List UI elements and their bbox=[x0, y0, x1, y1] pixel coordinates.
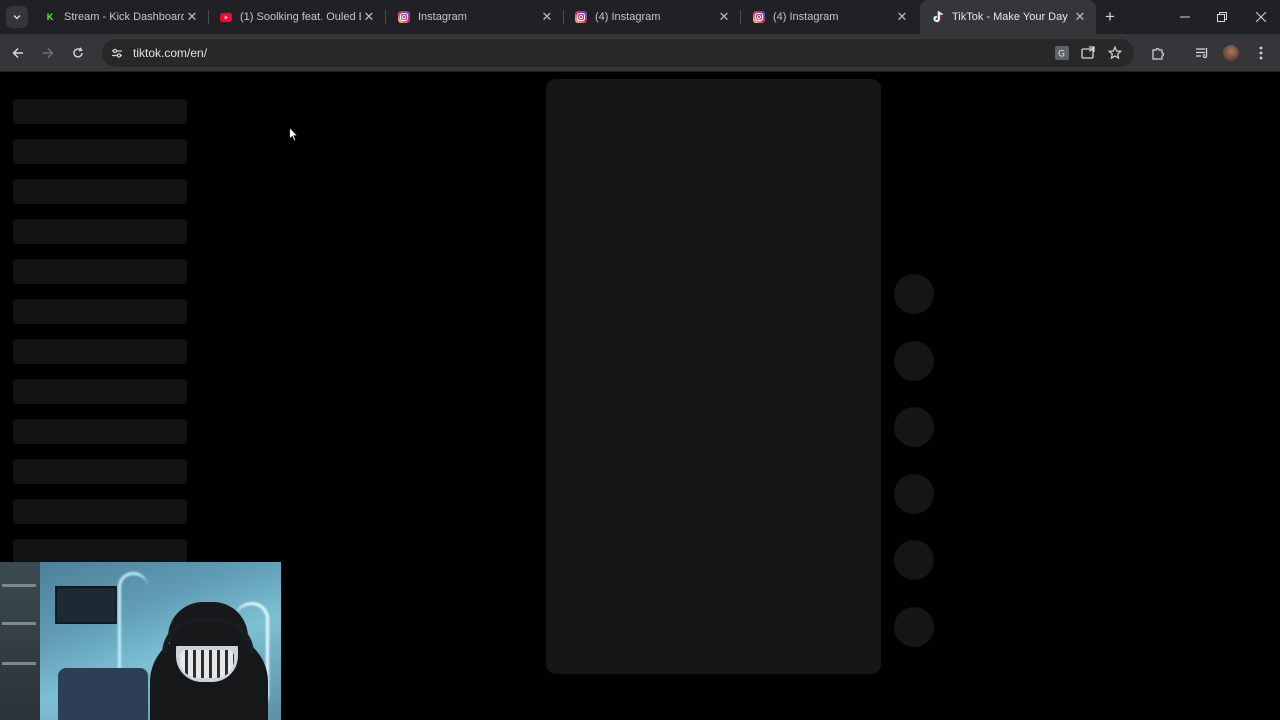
close-icon[interactable]: ✕ bbox=[1072, 9, 1088, 25]
menu-button[interactable] bbox=[1250, 42, 1272, 64]
youtube-icon bbox=[220, 11, 232, 23]
profile-button[interactable] bbox=[1220, 42, 1242, 64]
kick-icon: K bbox=[46, 12, 54, 22]
sidebar-item-placeholder bbox=[13, 539, 187, 564]
new-tab-button[interactable]: + bbox=[1100, 7, 1120, 27]
translate-icon: G bbox=[1055, 46, 1069, 60]
puzzle-icon bbox=[1152, 47, 1165, 60]
action-button-placeholder bbox=[894, 407, 934, 448]
sidebar-item-placeholder bbox=[13, 99, 187, 124]
instagram-icon bbox=[398, 11, 410, 23]
tab-youtube[interactable]: (1) Soolking feat. Ouled El ✕ bbox=[208, 0, 385, 34]
sidebar-item-placeholder bbox=[13, 299, 187, 324]
webcam-background bbox=[2, 584, 36, 587]
sidebar-item-placeholder bbox=[13, 499, 187, 524]
tab-instagram-3[interactable]: (4) Instagram ✕ bbox=[741, 0, 918, 34]
sidebar-item-placeholder bbox=[13, 219, 187, 244]
install-app-button[interactable] bbox=[1077, 42, 1099, 64]
tab-kick-dashboard[interactable]: K Stream - Kick Dashboard ✕ bbox=[32, 0, 208, 34]
translate-button[interactable]: G bbox=[1051, 42, 1073, 64]
video-skeleton bbox=[546, 79, 881, 674]
sidebar-item-placeholder bbox=[13, 179, 187, 204]
tab-title: Instagram bbox=[418, 11, 467, 23]
back-button[interactable] bbox=[7, 42, 29, 64]
forward-button[interactable] bbox=[37, 42, 59, 64]
tab-title: (4) Instagram bbox=[595, 11, 661, 23]
close-icon bbox=[1256, 12, 1266, 22]
bookmark-button[interactable] bbox=[1104, 42, 1126, 64]
action-button-placeholder bbox=[894, 274, 934, 314]
minimize-icon bbox=[1180, 16, 1190, 18]
avatar bbox=[1223, 45, 1239, 61]
sidebar-item-placeholder bbox=[13, 379, 187, 404]
tab-instagram-2[interactable]: (4) Instagram ✕ bbox=[563, 0, 740, 34]
tiktok-icon bbox=[932, 11, 944, 23]
tab-title: TikTok - Make Your Day bbox=[952, 11, 1068, 23]
install-app-icon bbox=[1081, 46, 1095, 59]
site-info-icon[interactable] bbox=[106, 42, 128, 64]
action-button-placeholder bbox=[894, 540, 934, 581]
arrow-right-icon bbox=[43, 47, 54, 59]
restore-icon bbox=[1217, 12, 1227, 22]
action-button-placeholder bbox=[894, 607, 934, 647]
sidebar-skeleton bbox=[13, 99, 187, 579]
webcam-background bbox=[2, 622, 36, 625]
tab-title: (4) Instagram bbox=[773, 11, 839, 23]
tab-tiktok[interactable]: TikTok - Make Your Day ✕ bbox=[920, 0, 1096, 34]
reload-icon bbox=[73, 47, 83, 58]
arrow-left-icon bbox=[12, 47, 23, 59]
star-icon bbox=[1108, 46, 1122, 60]
close-icon[interactable]: ✕ bbox=[716, 9, 732, 25]
streamer bbox=[150, 602, 268, 720]
instagram-icon bbox=[753, 11, 765, 23]
close-icon[interactable]: ✕ bbox=[361, 9, 377, 25]
instagram-icon bbox=[575, 11, 587, 23]
sidebar-item-placeholder bbox=[13, 259, 187, 284]
close-icon[interactable]: ✕ bbox=[894, 9, 910, 25]
reload-button[interactable] bbox=[67, 42, 89, 64]
tab-instagram-1[interactable]: Instagram ✕ bbox=[386, 0, 563, 34]
address-bar[interactable]: tiktok.com/en/ bbox=[102, 39, 1134, 67]
webcam-background bbox=[2, 662, 36, 665]
minimize-button[interactable] bbox=[1173, 6, 1197, 28]
close-window-button[interactable] bbox=[1249, 6, 1273, 28]
tab-title: (1) Soolking feat. Ouled El bbox=[240, 11, 361, 23]
mouse-cursor-icon bbox=[289, 127, 299, 142]
action-button-placeholder bbox=[894, 340, 934, 381]
sidebar-item-placeholder bbox=[13, 339, 187, 364]
tab-strip: K Stream - Kick Dashboard ✕ (1) Soolking… bbox=[0, 0, 1280, 34]
action-button-placeholder bbox=[894, 473, 934, 514]
sidebar-item-placeholder bbox=[13, 459, 187, 484]
sidebar-item-placeholder bbox=[13, 419, 187, 444]
sidebar-item-placeholder bbox=[13, 139, 187, 164]
tab-search-button[interactable] bbox=[6, 6, 28, 28]
url-text: tiktok.com/en/ bbox=[133, 46, 208, 60]
webcam-overlay bbox=[0, 562, 281, 720]
kebab-menu-icon bbox=[1259, 46, 1263, 60]
browser-toolbar: tiktok.com/en/ G bbox=[0, 34, 1280, 72]
close-icon[interactable]: ✕ bbox=[184, 9, 200, 25]
skull-mask bbox=[180, 650, 234, 678]
couch bbox=[58, 668, 148, 720]
media-controls-button[interactable] bbox=[1191, 42, 1213, 64]
svg-text:G: G bbox=[1058, 50, 1065, 60]
close-icon[interactable]: ✕ bbox=[539, 9, 555, 25]
restore-button[interactable] bbox=[1210, 6, 1234, 28]
plus-icon: + bbox=[1105, 7, 1115, 26]
wall-frame bbox=[55, 586, 117, 624]
tab-title: Stream - Kick Dashboard bbox=[64, 11, 184, 23]
extensions-button[interactable] bbox=[1147, 42, 1169, 64]
playlist-icon bbox=[1196, 48, 1208, 59]
chevron-down-icon bbox=[13, 14, 21, 20]
